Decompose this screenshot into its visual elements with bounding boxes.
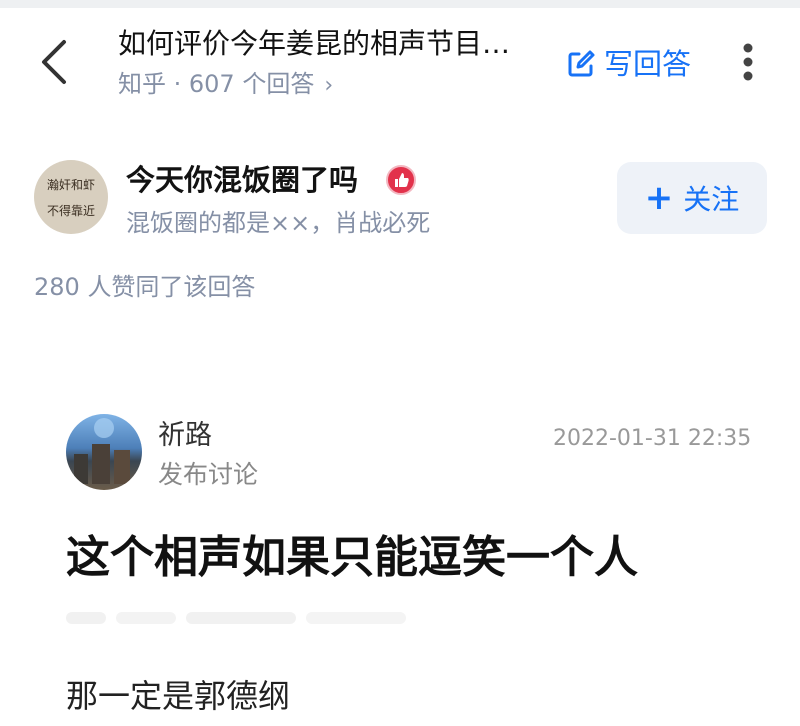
more-options-button[interactable] bbox=[732, 40, 764, 88]
source-label: 知乎 bbox=[118, 70, 166, 98]
more-vertical-icon bbox=[743, 43, 753, 81]
write-answer-button[interactable]: 写回答 bbox=[566, 44, 691, 84]
chevron-right-icon: › bbox=[324, 73, 334, 98]
post-author-name[interactable]: 祈路 bbox=[158, 418, 212, 454]
write-answer-label: 写回答 bbox=[604, 47, 692, 81]
vote-count: 280 人赞同了该回答 bbox=[34, 273, 256, 301]
post-body: 那一定是郭德纲 bbox=[66, 677, 291, 715]
avatar-text-line2: 不得靠近 bbox=[46, 204, 95, 218]
post-headline: 这个相声如果只能逗笑一个人 bbox=[66, 532, 638, 583]
post-timestamp: 2022-01-31 22:35 bbox=[553, 426, 752, 451]
back-arrow-icon bbox=[42, 40, 66, 84]
answer-count: 607 个回答 bbox=[188, 70, 315, 98]
blurred-watermark bbox=[66, 606, 416, 630]
follow-button[interactable]: + 关注 bbox=[617, 162, 767, 234]
follow-label: 关注 bbox=[683, 183, 740, 216]
post-type: 发布讨论 bbox=[158, 460, 259, 489]
question-title[interactable]: 如何评价今年姜昆的相声节目… bbox=[118, 24, 558, 64]
back-button[interactable] bbox=[30, 36, 82, 88]
post-author-avatar[interactable] bbox=[66, 414, 142, 490]
separator-dot: · bbox=[166, 70, 189, 98]
plus-icon: + bbox=[644, 178, 674, 218]
author-name[interactable]: 今天你混饭圈了吗 bbox=[126, 160, 358, 200]
status-bar-strip bbox=[0, 0, 800, 8]
author-bio: 混饭圈的都是××，肖战必死 bbox=[126, 209, 431, 237]
avatar-text-line1: 瀚奸和虾 bbox=[46, 178, 95, 192]
question-meta[interactable]: 知乎 · 607 个回答 › bbox=[118, 68, 333, 102]
edit-icon bbox=[568, 50, 595, 77]
thumb-badge-icon bbox=[386, 165, 416, 195]
author-avatar[interactable]: 瀚奸和虾 不得靠近 bbox=[34, 160, 108, 234]
